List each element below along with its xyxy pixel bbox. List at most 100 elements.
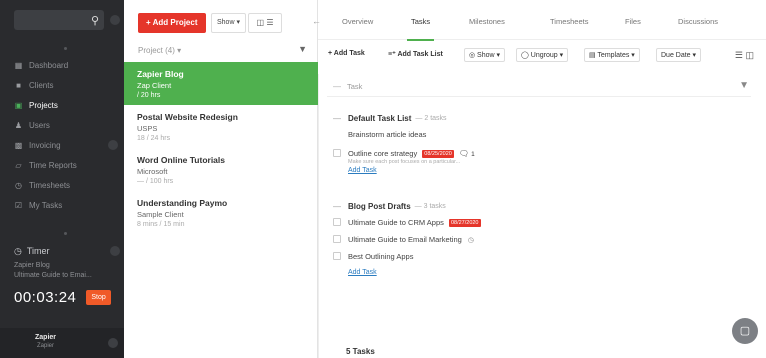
project-item[interactable]: Postal Website Redesign USPS 18 / 24 hrs xyxy=(124,105,318,148)
add-task-link[interactable]: Add Task xyxy=(333,269,753,276)
invoicing-badge[interactable] xyxy=(108,140,118,150)
project-item[interactable]: Understanding Paymo Sample Client 8 mins… xyxy=(124,191,318,234)
project-hours: 8 mins / 15 min xyxy=(137,221,185,228)
comment-icon[interactable]: 🗨 xyxy=(459,149,469,158)
sidebar-item-label: Users xyxy=(29,120,50,130)
chat-help-button[interactable]: ▢ xyxy=(732,318,758,344)
add-project-button[interactable]: + Add Project xyxy=(138,13,206,33)
task-filter-bar[interactable]: — Task ▼ xyxy=(327,79,751,97)
sidebar-item-clients[interactable]: ■ Clients xyxy=(0,75,124,95)
show-filter-button[interactable]: Show ▾ xyxy=(211,13,246,33)
user-company: Zapier xyxy=(37,343,55,349)
collapse-all-icon[interactable]: — xyxy=(333,82,341,91)
project-client: Sample Client xyxy=(137,210,184,219)
task-list-count: — 2 tasks xyxy=(415,114,447,122)
task-row[interactable]: Ultimate Guide to Email Marketing ◷ xyxy=(333,233,753,250)
sidebar-collapse-button[interactable] xyxy=(110,15,120,25)
add-task-button[interactable]: + Add Task xyxy=(328,50,365,57)
project-item[interactable]: Zapier Blog Zap Client / 20 hrs xyxy=(124,62,318,105)
sidebar-nav: ▦ Dashboard ■ Clients ▣ Projects ♟ Users… xyxy=(0,55,124,215)
board-view-icon[interactable]: ◫ xyxy=(745,50,754,60)
project-count-dropdown[interactable]: Project (4) ▾ xyxy=(138,46,181,55)
invoicing-icon: ▩ xyxy=(14,140,23,150)
timer-row: 00:03:24 Stop xyxy=(14,289,120,306)
task-checkbox[interactable] xyxy=(333,252,341,260)
main-panel: ← Overview Tasks Milestones Timesheets F… xyxy=(312,0,766,358)
collapse-icon[interactable]: — xyxy=(333,202,342,211)
timer-task: Ultimate Guide to Emai... xyxy=(14,272,92,279)
sidebar-item-dashboard[interactable]: ▦ Dashboard xyxy=(0,55,124,75)
list-view-icon[interactable]: ☰ xyxy=(735,50,743,60)
templates-dropdown[interactable]: ▤ Templates ▾ xyxy=(584,48,640,62)
timer-widget: ◷ Timer Zapier Blog Ultimate Guide to Em… xyxy=(14,244,120,306)
time-reports-icon: ▱ xyxy=(15,160,22,170)
task-count: 5 Tasks xyxy=(346,347,375,356)
tab-files[interactable]: Files xyxy=(625,17,641,26)
divider-dot xyxy=(64,232,67,235)
list-view-icon[interactable]: ☰ xyxy=(266,18,273,27)
user-menu[interactable]: Zapier Zapier xyxy=(0,328,124,358)
sidebar-item-invoicing[interactable]: ▩ Invoicing xyxy=(0,135,124,155)
user-menu-toggle[interactable] xyxy=(108,338,118,348)
timesheets-icon: ◷ xyxy=(15,180,22,190)
sidebar-item-label: My Tasks xyxy=(29,200,63,210)
sidebar-item-users[interactable]: ♟ Users xyxy=(0,115,124,135)
project-client: Microsoft xyxy=(137,167,168,176)
view-icons: ☰ ◫ xyxy=(735,50,754,61)
ungroup-dropdown[interactable]: ◯ Ungroup ▾ xyxy=(516,48,569,62)
stop-button[interactable]: Stop xyxy=(86,290,111,305)
back-arrow-icon[interactable]: ← xyxy=(312,16,321,26)
sidebar-item-timesheets[interactable]: ◷ Timesheets xyxy=(0,175,124,195)
clock-icon[interactable]: ◷ xyxy=(468,236,474,244)
add-task-list-button[interactable]: ≡⁺ Add Task List xyxy=(388,50,443,58)
project-name: Word Online Tutorials xyxy=(137,155,225,165)
task-row[interactable]: Ultimate Guide to CRM Apps 08/27/2020 xyxy=(333,216,753,233)
task-row[interactable]: Brainstorm article ideas xyxy=(333,128,753,145)
sidebar-item-label: Clients xyxy=(29,80,54,90)
due-date-dropdown[interactable]: Due Date ▾ xyxy=(656,48,702,62)
tab-overview[interactable]: Overview xyxy=(342,17,373,26)
task-list-header[interactable]: — Default Task List — 2 tasks xyxy=(333,111,753,125)
sidebar-item-label: Projects xyxy=(29,100,58,110)
sidebar-item-my-tasks[interactable]: ☑ My Tasks xyxy=(0,195,124,215)
tab-discussions[interactable]: Discussions xyxy=(678,17,718,26)
task-list: — Default Task List — 2 tasks Brainstorm… xyxy=(333,111,753,174)
project-hours: 18 / 24 hrs xyxy=(137,135,171,142)
search-input[interactable]: ⚲ xyxy=(14,10,104,30)
due-date-badge: 08/25/2020 xyxy=(422,150,454,158)
show-dropdown[interactable]: ◎ Show ▾ xyxy=(464,48,506,62)
sidebar-item-projects[interactable]: ▣ Projects xyxy=(0,95,124,115)
timer-close-button[interactable] xyxy=(110,246,120,256)
my-tasks-icon: ☑ xyxy=(14,200,23,210)
sidebar-item-time-reports[interactable]: ▱ Time Reports xyxy=(0,155,124,175)
view-toggle[interactable]: ◫ ☰ xyxy=(248,13,282,33)
task-name: Best Outlining Apps xyxy=(348,252,414,261)
task-list-count: — 3 tasks xyxy=(414,202,446,210)
task-row[interactable]: Outline core strategy 08/25/2020 🗨 1 Mak… xyxy=(333,147,753,165)
clients-icon: ■ xyxy=(16,80,21,90)
tab-milestones[interactable]: Milestones xyxy=(469,17,505,26)
project-item[interactable]: Word Online Tutorials Microsoft — / 100 … xyxy=(124,148,318,191)
columns-view-icon[interactable]: ◫ xyxy=(257,18,265,27)
task-checkbox[interactable] xyxy=(333,235,341,243)
collapse-icon[interactable]: — xyxy=(333,114,342,123)
task-checkbox[interactable] xyxy=(333,149,341,157)
filter-icon[interactable]: ▼ xyxy=(298,44,307,54)
tab-timesheets[interactable]: Timesheets xyxy=(550,17,589,26)
task-checkbox[interactable] xyxy=(333,218,341,226)
chat-icon[interactable]: ▢ xyxy=(740,325,750,337)
tab-tasks[interactable]: Tasks xyxy=(406,17,435,41)
project-list: Zapier Blog Zap Client / 20 hrs Postal W… xyxy=(124,62,318,234)
due-date-badge: 08/27/2020 xyxy=(448,219,481,227)
sidebar-item-label: Timesheets xyxy=(29,180,71,190)
add-task-link[interactable]: Add Task xyxy=(333,167,753,174)
task-row[interactable]: Best Outlining Apps xyxy=(333,250,753,267)
task-filter-input[interactable]: Task xyxy=(347,82,362,91)
sidebar-item-label: Time Reports xyxy=(29,160,77,170)
user-name: Zapier xyxy=(35,334,57,341)
sidebar-item-label: Invoicing xyxy=(29,140,61,150)
task-list-header[interactable]: — Blog Post Drafts — 3 tasks xyxy=(333,199,753,213)
timer-time: 00:03:24 xyxy=(14,289,77,306)
search-icon[interactable]: ⚲ xyxy=(91,14,99,27)
filter-icon[interactable]: ▼ xyxy=(739,80,749,91)
